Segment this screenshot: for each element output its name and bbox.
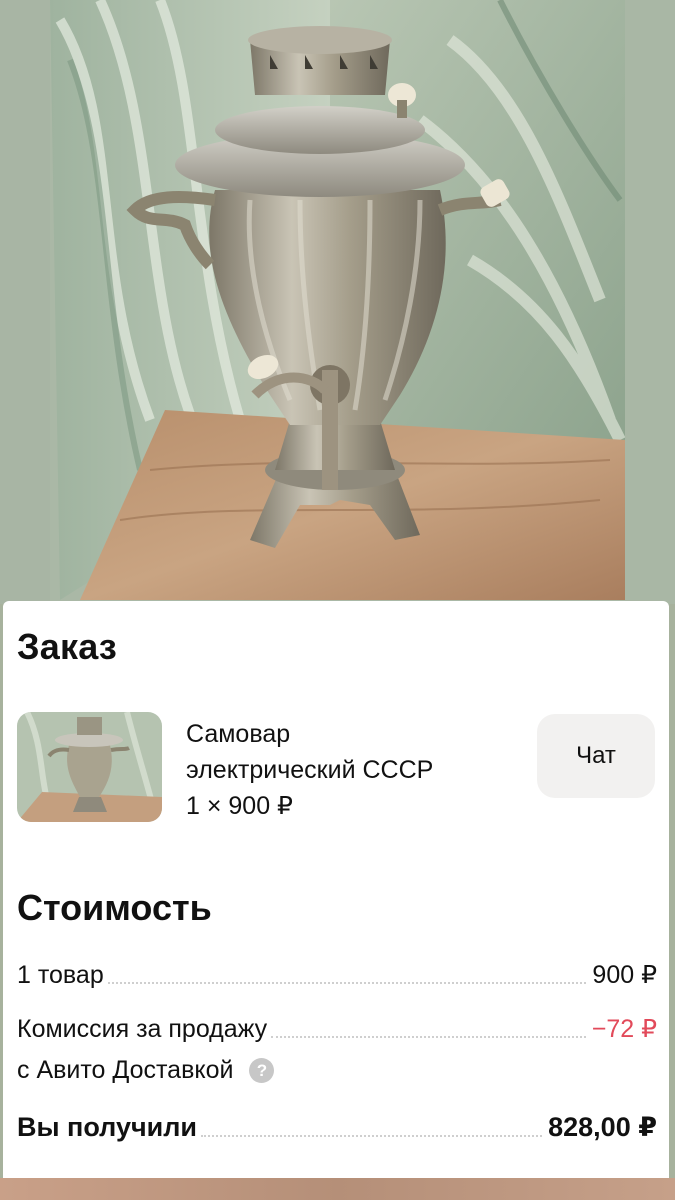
- item-thumbnail[interactable]: [17, 712, 162, 822]
- chat-button[interactable]: Чат: [537, 714, 655, 798]
- cost-row-amount-negative: −72 ₽: [591, 1015, 657, 1043]
- order-title: Заказ: [17, 626, 117, 667]
- item-name-line2: электрический СССР: [186, 756, 434, 784]
- cost-row-items: 1 товар 900 ₽: [17, 960, 657, 990]
- cost-title: Стоимость: [17, 887, 212, 928]
- leader-dots: [271, 1035, 586, 1038]
- cost-row-label: 1 товар: [17, 961, 104, 989]
- cost-row-amount: 900 ₽: [592, 961, 657, 989]
- cost-row-received: Вы получили 828,00 ₽: [17, 1112, 657, 1143]
- commission-label-line2: с Авито Доставкой ?: [17, 1056, 275, 1085]
- product-photo[interactable]: [0, 0, 675, 604]
- cost-row-label: Комиссия за продажу: [17, 1015, 268, 1043]
- leader-dots: [107, 981, 587, 984]
- background-strip: [0, 1178, 675, 1200]
- cost-row-label: Вы получили: [17, 1112, 198, 1142]
- cost-row-label: с Авито Доставкой: [17, 1056, 234, 1084]
- question-icon[interactable]: ?: [249, 1058, 275, 1083]
- item-name-line1: Самовар: [186, 720, 291, 748]
- item-quantity-price: 1 × 900 ₽: [186, 792, 293, 820]
- cost-row-amount-total: 828,00 ₽: [548, 1112, 657, 1142]
- item-info[interactable]: Самовар электрический СССР 1 × 900 ₽: [186, 716, 433, 824]
- cost-row-commission: Комиссия за продажу −72 ₽: [17, 1014, 657, 1044]
- leader-dots: [201, 1134, 543, 1137]
